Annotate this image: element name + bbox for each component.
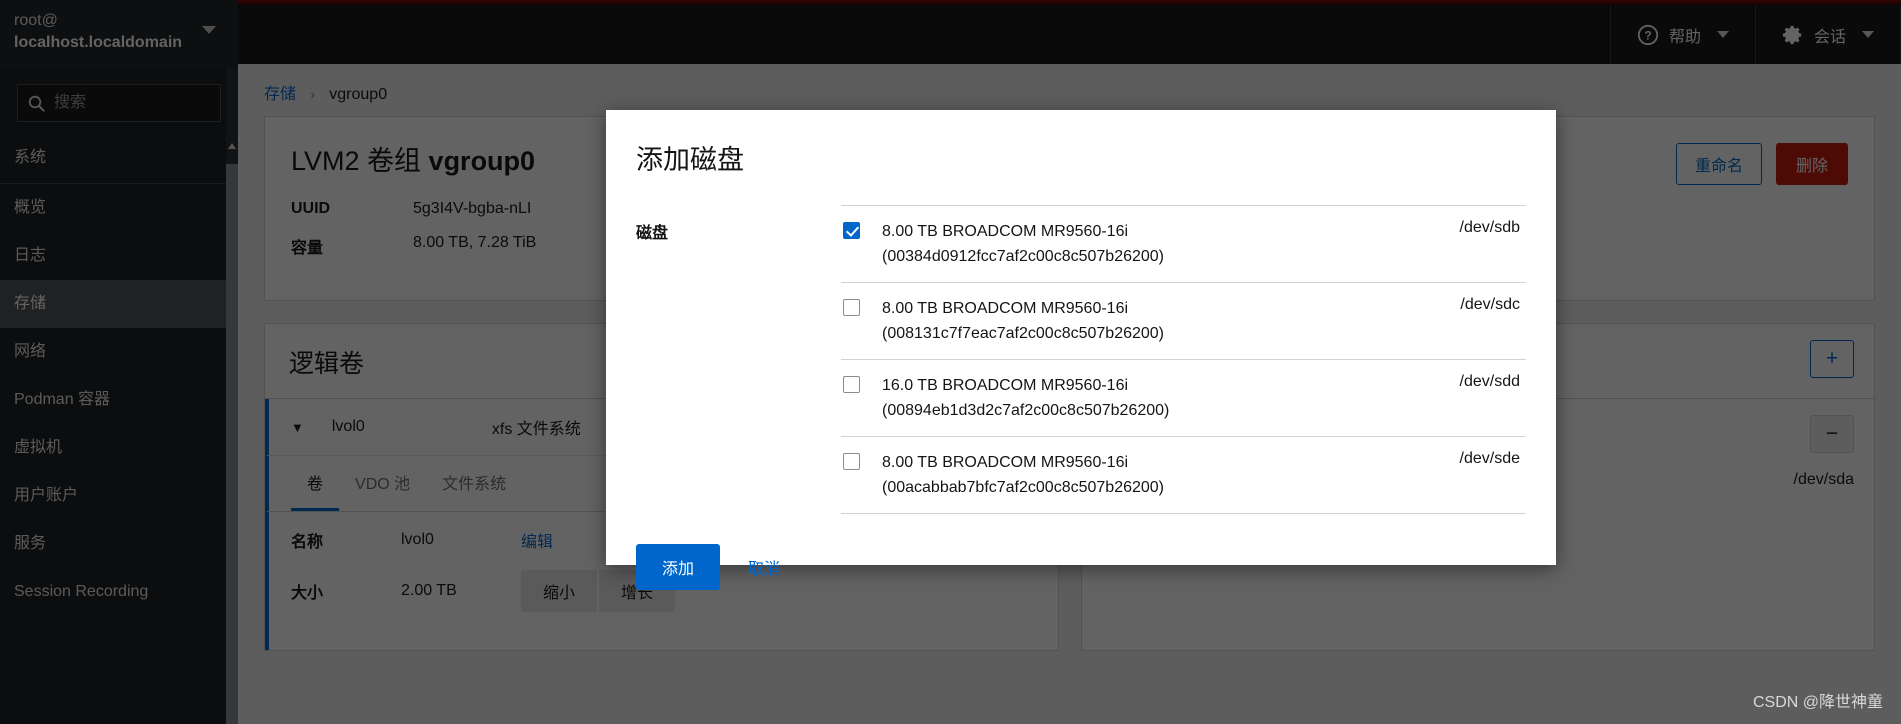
watermark: CSDN @降世神童 <box>1753 688 1883 712</box>
disk-name: 16.0 TB BROADCOM MR9560-16i <box>882 373 1444 398</box>
disk-id: (00384d0912fcc7af2c00c8c507b26200) <box>882 244 1444 269</box>
disk-device-path: /dev/sdd <box>1444 373 1520 391</box>
disk-name: 8.00 TB BROADCOM MR9560-16i <box>882 450 1444 475</box>
dialog-title: 添加磁盘 <box>606 110 1556 177</box>
disk-field-label: 磁盘 <box>636 205 841 514</box>
disk-device-path: /dev/sdb <box>1444 219 1520 237</box>
dialog-body: 磁盘 8.00 TB BROADCOM MR9560-16i(00384d091… <box>606 177 1556 514</box>
disk-id: (00acabbab7bfc7af2c00c8c507b26200) <box>882 475 1444 500</box>
disk-checkbox[interactable] <box>843 453 860 470</box>
disk-row[interactable]: 16.0 TB BROADCOM MR9560-16i(00894eb1d3d2… <box>841 360 1526 437</box>
disk-name: 8.00 TB BROADCOM MR9560-16i <box>882 219 1444 244</box>
disk-name: 8.00 TB BROADCOM MR9560-16i <box>882 296 1444 321</box>
disk-device-path: /dev/sde <box>1444 450 1520 468</box>
cancel-button[interactable]: 取消 <box>734 544 794 590</box>
disk-id: (008131c7f7eac7af2c00c8c507b26200) <box>882 321 1444 346</box>
add-disk-dialog: 添加磁盘 磁盘 8.00 TB BROADCOM MR9560-16i(0038… <box>606 110 1556 565</box>
dialog-footer: 添加 取消 <box>606 514 1556 590</box>
disk-row[interactable]: 8.00 TB BROADCOM MR9560-16i(00384d0912fc… <box>841 206 1526 283</box>
disk-id: (00894eb1d3d2c7af2c00c8c507b26200) <box>882 398 1444 423</box>
disk-list: 8.00 TB BROADCOM MR9560-16i(00384d0912fc… <box>841 205 1526 514</box>
disk-device-path: /dev/sdc <box>1444 296 1520 314</box>
disk-text: 8.00 TB BROADCOM MR9560-16i(00384d0912fc… <box>882 219 1444 269</box>
disk-text: 8.00 TB BROADCOM MR9560-16i(00acabbab7bf… <box>882 450 1444 500</box>
disk-row[interactable]: 8.00 TB BROADCOM MR9560-16i(008131c7f7ea… <box>841 283 1526 360</box>
cockpit-app: root@ localhost.localdomain 系统概览日志存储网络Po… <box>0 0 1901 724</box>
disk-checkbox[interactable] <box>843 299 860 316</box>
disk-text: 8.00 TB BROADCOM MR9560-16i(008131c7f7ea… <box>882 296 1444 346</box>
disk-row[interactable]: 8.00 TB BROADCOM MR9560-16i(00acabbab7bf… <box>841 437 1526 514</box>
disk-checkbox[interactable] <box>843 376 860 393</box>
disk-checkbox[interactable] <box>843 222 860 239</box>
add-button[interactable]: 添加 <box>636 544 720 590</box>
disk-text: 16.0 TB BROADCOM MR9560-16i(00894eb1d3d2… <box>882 373 1444 423</box>
